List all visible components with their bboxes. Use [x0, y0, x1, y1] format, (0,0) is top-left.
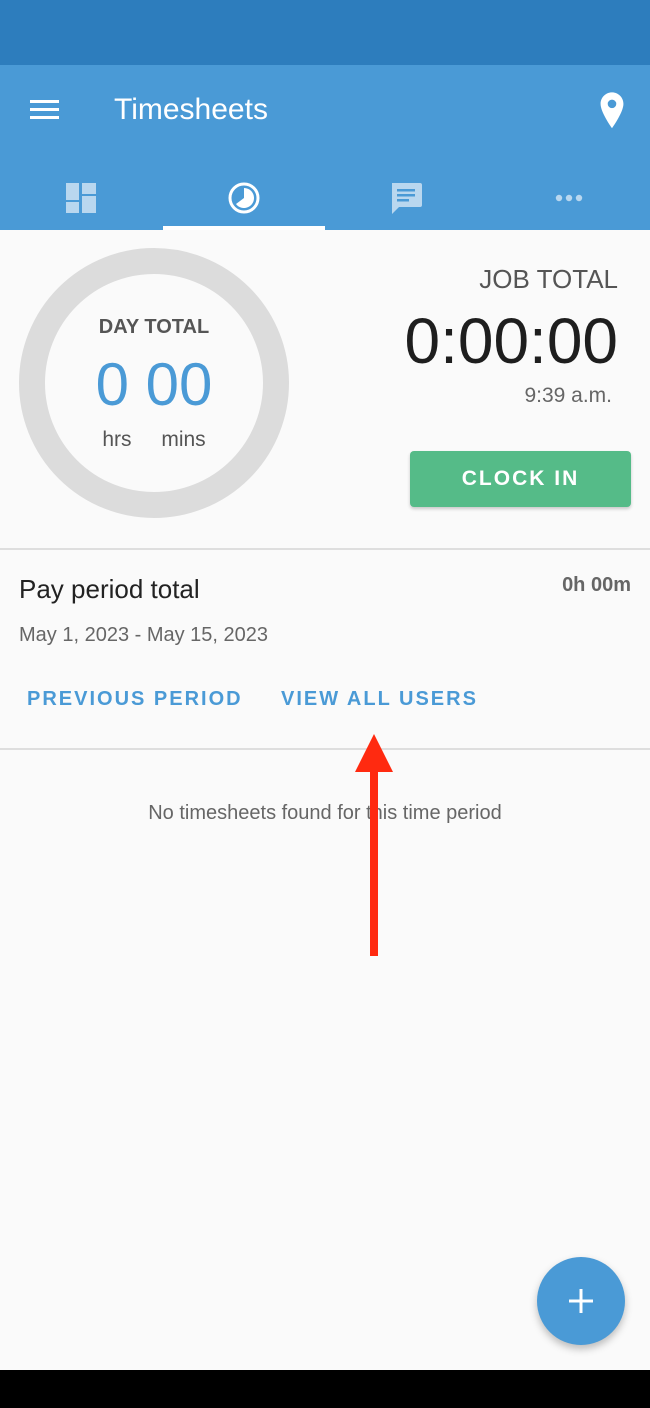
previous-period-button[interactable]: PREVIOUS PERIOD: [27, 688, 243, 711]
map-pin-icon: [600, 92, 624, 129]
plus-icon: [569, 1289, 593, 1313]
day-total-value: 0 00: [19, 352, 289, 418]
day-total-hours: 0: [95, 351, 129, 418]
day-total-units: hrs mins: [19, 428, 289, 452]
job-total-label: JOB TOTAL: [479, 264, 618, 294]
tab-dashboard[interactable]: [0, 165, 163, 230]
tab-timesheets[interactable]: [162, 165, 326, 230]
annotation-arrow-head: [355, 734, 393, 772]
chat-icon: [392, 182, 423, 214]
divider: [0, 748, 650, 750]
system-navigation-bar: [0, 1370, 650, 1408]
tab-more[interactable]: [488, 165, 650, 230]
current-time: 9:39 a.m.: [524, 384, 612, 407]
job-total-time: 0:00:00: [404, 305, 618, 377]
pay-period-range: May 1, 2023 - May 15, 2023: [19, 624, 269, 646]
location-button[interactable]: [594, 91, 630, 131]
status-bar: [0, 0, 650, 65]
view-all-users-button[interactable]: VIEW ALL USERS: [281, 688, 478, 711]
annotation-arrow-shaft: [370, 770, 378, 956]
pay-period-total: 0h 00m: [562, 574, 631, 596]
tab-messages[interactable]: [325, 165, 488, 230]
add-timesheet-button[interactable]: [537, 1257, 625, 1345]
page-title: Timesheets: [114, 93, 268, 126]
empty-state-message: No timesheets found for this time period: [148, 802, 502, 824]
app-bar: Timesheets: [0, 65, 650, 230]
day-total-label: DAY TOTAL: [98, 316, 210, 338]
tab-bar: [0, 165, 650, 230]
day-total-minutes: 00: [145, 351, 213, 418]
hours-unit-label: hrs: [102, 428, 132, 451]
minutes-unit-label: mins: [161, 428, 206, 451]
dashboard-icon: [66, 182, 97, 213]
menu-button[interactable]: [22, 93, 66, 127]
more-horizontal-icon: [555, 194, 582, 201]
divider: [0, 548, 650, 550]
pay-period-title: Pay period total: [19, 574, 200, 604]
clock-icon: [228, 182, 260, 213]
annotation-arrow: [355, 734, 393, 956]
clock-in-button[interactable]: CLOCK IN: [410, 451, 631, 507]
